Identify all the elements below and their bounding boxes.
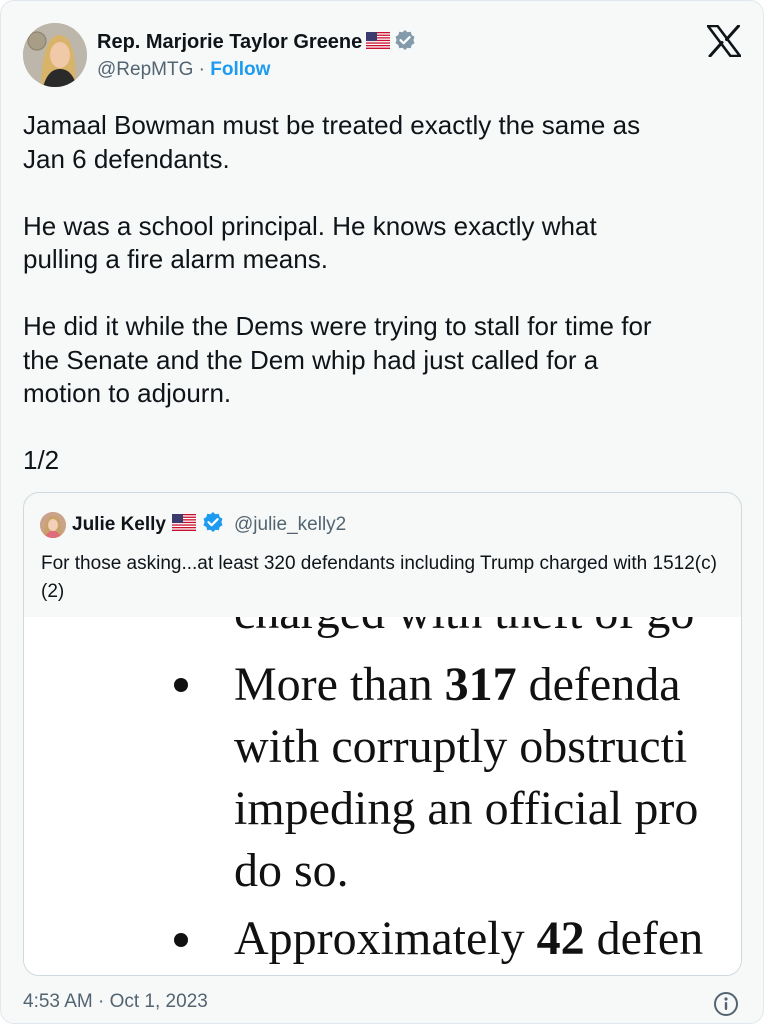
quoted-document-image[interactable]: charged with theft of go More than 317 d… [24,617,741,975]
quoted-tweet-header: Julie Kelly @julie_kelly2 [40,511,346,538]
doc-bullet1-line4: do so. [234,844,349,897]
author-name[interactable]: Rep. Marjorie Taylor Greene [97,31,362,54]
quoted-author-name: Julie Kelly [72,513,166,535]
doc-bullet1-line2: with corruptly obstructi [234,720,688,773]
quoted-author-avatar [40,511,66,538]
verified-gray-icon [394,29,416,56]
quoted-tweet[interactable]: Julie Kelly @julie_kelly2 For those aski… [23,492,742,976]
author-handle-row: @RepMTG · Follow [97,59,270,81]
tweet-card: Rep. Marjorie Taylor Greene @RepMTG · Fo… [0,0,764,1024]
separator-dot: · [198,59,205,80]
doc-bullet1-line3: impeding an official pro [234,782,699,835]
tweet-timestamp[interactable]: 4:53 AM · Oct 1, 2023 [23,991,208,1013]
tweet-text: Jamaal Bowman must be treated exactly th… [23,110,652,475]
doc-line-cut: charged with theft of go [234,617,694,643]
us-flag-icon [366,31,391,54]
follow-button[interactable]: Follow [210,59,270,80]
author-avatar[interactable] [23,23,87,87]
quoted-tweet-text: For those asking...at least 320 defendan… [41,553,717,602]
verified-blue-icon [202,511,224,538]
info-icon[interactable] [713,991,739,1017]
doc-bullet [174,933,188,947]
doc-bullet1-line1: More than 317 defenda [234,658,681,711]
quoted-author-handle: @julie_kelly2 [234,513,347,535]
author-handle[interactable]: @RepMTG [97,59,193,80]
author-name-row: Rep. Marjorie Taylor Greene [97,29,416,56]
us-flag-icon [172,513,196,536]
doc-bullet2-line1: Approximately 42 defen [234,912,704,965]
doc-bullet [174,678,188,692]
x-logo-icon[interactable] [706,24,743,59]
